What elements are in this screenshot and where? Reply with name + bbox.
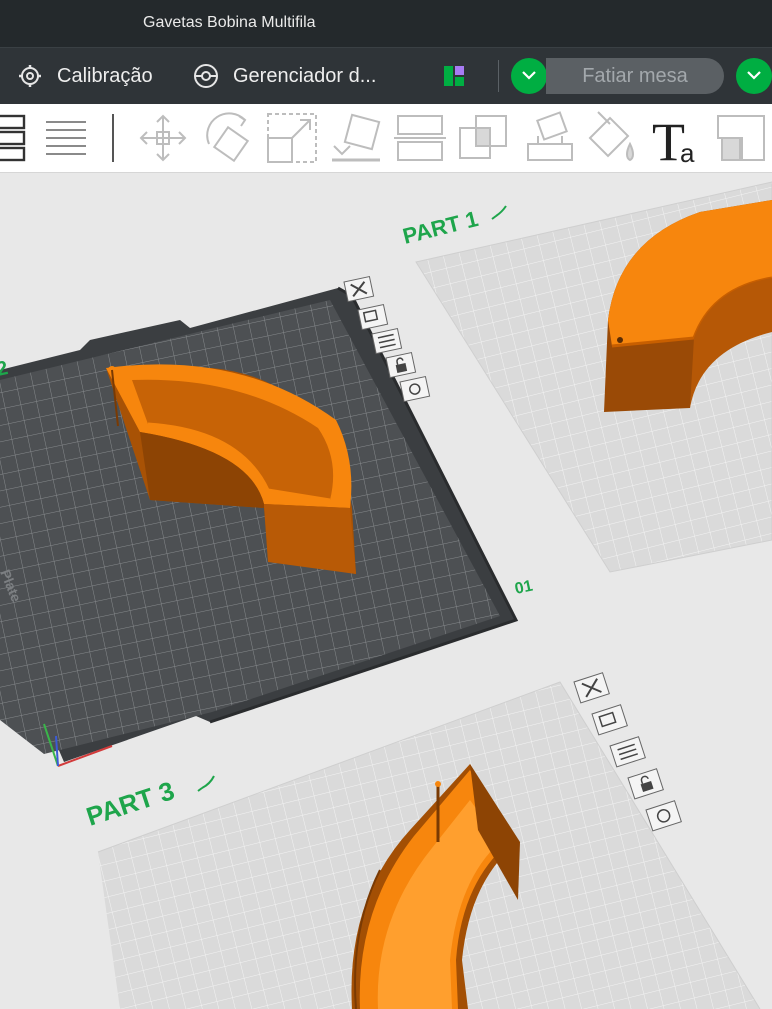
- svg-text:a: a: [680, 138, 695, 168]
- 3d-viewport[interactable]: PART 1 01 Plate 2 PART 3: [0, 173, 772, 1009]
- boolean-button[interactable]: [454, 108, 514, 168]
- toolbar-separator: [112, 114, 114, 162]
- arrange-plate-button[interactable]: [609, 736, 646, 768]
- plate-settings-button[interactable]: [645, 800, 682, 832]
- layout-button[interactable]: [443, 48, 465, 104]
- rotate-icon: [199, 108, 259, 168]
- toolbar: T a: [0, 104, 772, 173]
- filament-manager-menu[interactable]: Gerenciador d...: [193, 48, 376, 104]
- text-button[interactable]: T a: [648, 108, 708, 168]
- lay-on-face-icon: [326, 108, 386, 168]
- slice-plate-button[interactable]: Fatiar mesa: [546, 58, 724, 94]
- list-view-icon: [0, 108, 38, 168]
- calibration-label: Calibração: [57, 64, 153, 87]
- edit-pencil-icon[interactable]: [491, 205, 507, 220]
- boolean-icon: [454, 108, 514, 168]
- gear-icon: [18, 64, 42, 88]
- slice-dropdown-toggle[interactable]: [511, 58, 547, 94]
- scale-icon: [262, 108, 322, 168]
- close-plate-button[interactable]: [343, 276, 375, 303]
- chevron-down-icon: [746, 67, 762, 85]
- window-title: Gavetas Bobina Multifila: [143, 14, 316, 31]
- title-bar: Gavetas Bobina Multifila: [0, 0, 772, 47]
- layout-icon: [443, 65, 465, 87]
- color-paint-icon: [582, 108, 642, 168]
- plate-label-part-3: PART 3: [83, 775, 178, 832]
- close-plate-button[interactable]: [573, 672, 610, 704]
- chevron-down-icon: [521, 67, 537, 85]
- plate-settings-button[interactable]: [399, 376, 431, 403]
- lay-on-face-button[interactable]: [326, 108, 386, 168]
- menu-bar: Calibração Gerenciador d... Fatiar mesa: [0, 47, 772, 104]
- plate-label-part-1: PART 1: [400, 206, 480, 249]
- calibration-menu[interactable]: Calibração: [18, 48, 153, 104]
- support-paint-button[interactable]: [518, 108, 578, 168]
- menu-separator: [498, 60, 499, 92]
- support-paint-icon: [518, 108, 578, 168]
- lock-plate-button[interactable]: [627, 768, 664, 800]
- plate-number: 01: [513, 578, 534, 598]
- list-view-button[interactable]: [0, 108, 38, 168]
- manager-label: Gerenciador d...: [233, 64, 377, 87]
- layers-button[interactable]: [36, 108, 96, 168]
- select-plate-button[interactable]: [591, 704, 628, 736]
- select-plate-button[interactable]: [357, 304, 389, 331]
- seam-button[interactable]: [712, 108, 772, 168]
- arrange-plate-button[interactable]: [371, 328, 403, 355]
- lock-plate-button[interactable]: [385, 352, 417, 379]
- print-dropdown-toggle[interactable]: [736, 58, 772, 94]
- scale-button[interactable]: [262, 108, 322, 168]
- move-icon: [133, 108, 193, 168]
- color-paint-button[interactable]: [582, 108, 642, 168]
- move-button[interactable]: [133, 108, 193, 168]
- text-icon: T a: [648, 108, 708, 168]
- split-icon: [390, 108, 450, 168]
- split-button[interactable]: [390, 108, 450, 168]
- target-icon: [193, 63, 219, 89]
- layers-icon: [36, 108, 96, 168]
- seam-icon: [712, 108, 772, 168]
- edit-pencil-icon[interactable]: [197, 775, 215, 792]
- rotate-button[interactable]: [199, 108, 259, 168]
